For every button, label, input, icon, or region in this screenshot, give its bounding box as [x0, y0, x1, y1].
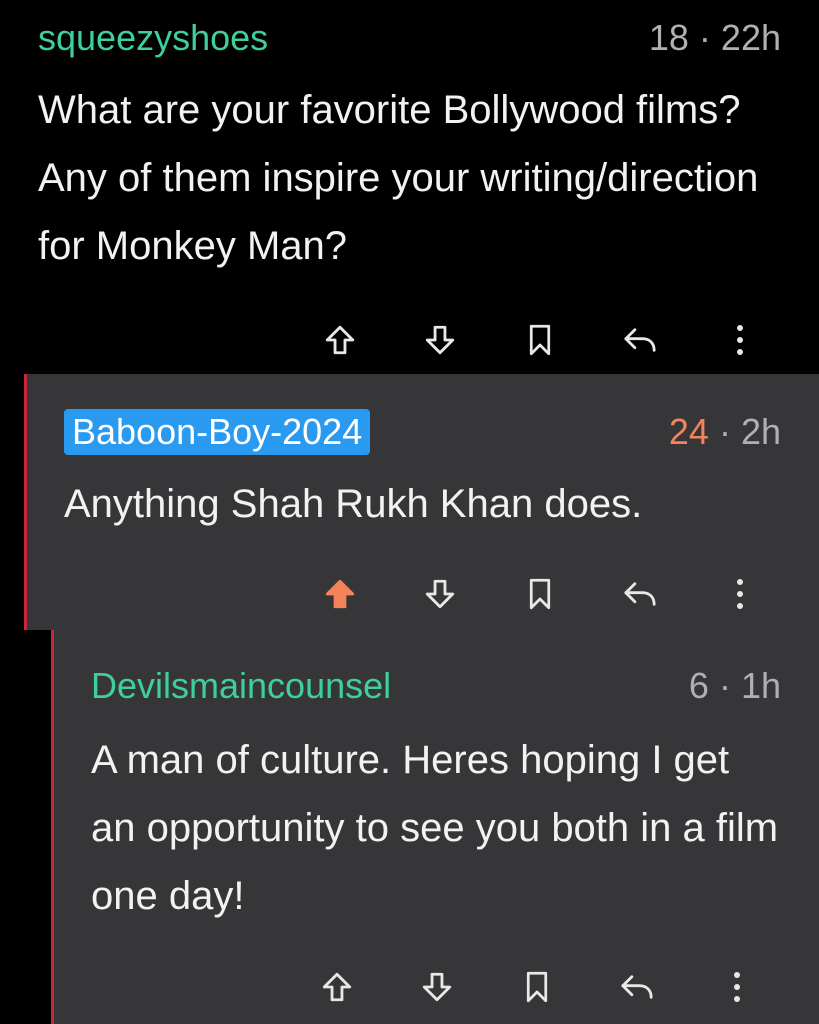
upvote-button[interactable]	[287, 962, 387, 1012]
bookmark-button[interactable]	[490, 315, 590, 365]
comment-meta: Devilsmaincounsel 6 · 1h	[91, 664, 781, 708]
upvote-button[interactable]	[290, 315, 390, 365]
downvote-button[interactable]	[390, 315, 490, 365]
score-line: 18 · 22h	[649, 17, 781, 59]
more-icon	[734, 972, 740, 1002]
score: 18	[648, 17, 689, 58]
comment-actions	[290, 569, 790, 619]
separator: ·	[718, 665, 731, 706]
upvote-icon	[322, 972, 352, 1002]
reply-button[interactable]	[587, 962, 687, 1012]
reply-icon	[621, 975, 653, 999]
comment-meta: squeezyshoes 18 · 22h	[38, 16, 781, 60]
downvote-icon	[422, 972, 452, 1002]
username[interactable]: Devilsmaincounsel	[91, 665, 391, 707]
upvote-button[interactable]	[290, 569, 390, 619]
comment-body: What are your favorite Bollywood films? …	[38, 88, 759, 268]
comment-meta: Baboon-Boy-2024 24 · 2h	[64, 402, 781, 462]
age: 2h	[740, 411, 781, 452]
upvote-icon	[325, 325, 355, 355]
score: 24	[668, 411, 709, 452]
bookmark-icon	[526, 971, 548, 1003]
comment-actions	[287, 962, 787, 1012]
comment-body: Anything Shah Rukh Khan does.	[64, 482, 643, 526]
bookmark-button[interactable]	[487, 962, 587, 1012]
more-icon	[737, 325, 743, 355]
comment-body: A man of culture. Heres hoping I get an …	[91, 738, 779, 918]
comment: squeezyshoes 18 · 22h What are your favo…	[0, 0, 819, 374]
thread-indent	[24, 630, 51, 1024]
bookmark-button[interactable]	[490, 569, 590, 619]
bookmark-icon	[529, 578, 551, 610]
reply-icon	[624, 582, 656, 606]
age: 1h	[740, 665, 781, 706]
score-line: 24 · 2h	[669, 411, 781, 453]
comment-actions	[290, 315, 790, 365]
nested-reply-comment: Devilsmaincounsel 6 · 1h A man of cultur…	[24, 630, 819, 1024]
nested-reply-content: Devilsmaincounsel 6 · 1h A man of cultur…	[51, 630, 819, 1024]
downvote-button[interactable]	[390, 569, 490, 619]
upvote-icon	[325, 579, 355, 609]
more-button[interactable]	[690, 569, 790, 619]
reply-button[interactable]	[590, 569, 690, 619]
separator: ·	[698, 17, 711, 58]
separator: ·	[718, 411, 731, 452]
more-button[interactable]	[687, 962, 787, 1012]
username[interactable]: squeezyshoes	[38, 17, 268, 59]
more-button[interactable]	[690, 315, 790, 365]
score-line: 6 · 1h	[689, 665, 781, 707]
score: 6	[688, 665, 709, 706]
reply-icon	[624, 328, 656, 352]
more-icon	[737, 579, 743, 609]
downvote-icon	[425, 325, 455, 355]
age: 22h	[720, 17, 781, 58]
reply-comment: Baboon-Boy-2024 24 · 2h Anything Shah Ru…	[24, 374, 819, 630]
downvote-icon	[425, 579, 455, 609]
downvote-button[interactable]	[387, 962, 487, 1012]
bookmark-icon	[529, 324, 551, 356]
reply-button[interactable]	[590, 315, 690, 365]
username-op-badge[interactable]: Baboon-Boy-2024	[64, 409, 371, 455]
